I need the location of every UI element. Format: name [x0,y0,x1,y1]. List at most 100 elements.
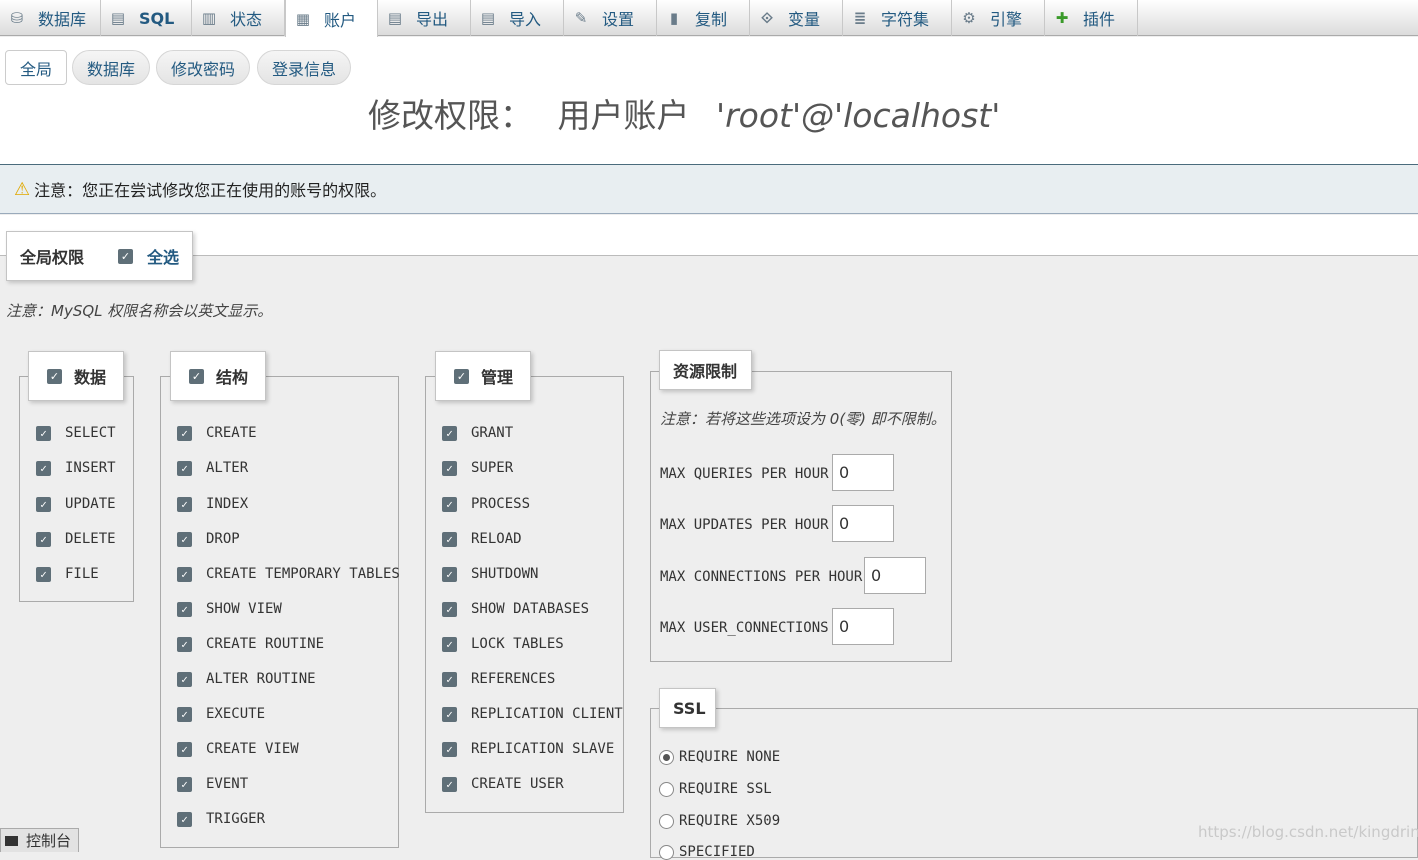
priv-create[interactable]: ✓ CREATE [177,425,257,441]
priv-replication-client[interactable]: ✓ REPLICATION CLIENT [442,706,623,722]
priv-drop[interactable]: ✓ DROP [177,531,240,547]
checkbox[interactable]: ✓ [177,425,192,441]
ssl-specified[interactable]: SPECIFIED [659,844,755,860]
select-all-label[interactable]: 全选 [147,244,179,268]
tab-variables[interactable]: ⟐ 变量 [750,0,843,36]
admin-legend[interactable]: ✓ 管理 [435,351,531,401]
priv-show-view[interactable]: ✓ SHOW VIEW [177,601,282,617]
priv-select[interactable]: ✓ SELECT [36,425,116,441]
tab-export[interactable]: ▤ 导出 [378,0,471,36]
ssl-require-none[interactable]: REQUIRE NONE [659,749,780,765]
subtab-change-password[interactable]: 修改密码 [156,50,251,85]
checkbox[interactable]: ✓ [36,566,51,582]
checkbox[interactable]: ✓ [442,776,457,792]
checkbox[interactable]: ✓ [177,636,192,652]
data-legend[interactable]: ✓ 数据 [28,351,124,401]
checkbox[interactable]: ✓ [177,776,192,792]
radio-button[interactable] [659,813,674,829]
checkbox[interactable]: ✓ [442,496,457,512]
max-queries-label: MAX QUERIES PER HOUR [660,466,829,482]
page-title: 修改权限： 用户账户 'root'@'localhost' [368,96,1001,135]
header-area: 全局 数据库 修改密码 登录信息 修改权限： 用户账户 'root'@'loca… [0,37,1418,164]
resource-note: 注意：若将这些选项设为 0(零) 即不限制。 [660,410,946,428]
subtab-login-info[interactable]: 登录信息 [257,50,352,85]
max-queries-input[interactable]: 0 [832,454,894,491]
checkbox[interactable]: ✓ [442,706,457,722]
max-updates-input[interactable]: 0 [832,505,894,542]
checkbox[interactable]: ✓ [36,496,51,512]
priv-index[interactable]: ✓ INDEX [177,496,248,512]
select-all-checkbox[interactable]: ✓ [118,248,134,264]
priv-shutdown[interactable]: ✓ SHUTDOWN [442,566,538,582]
priv-process[interactable]: ✓ PROCESS [442,496,530,512]
checkbox[interactable]: ✓ [177,741,192,757]
max-connections-input[interactable]: 0 [864,557,926,594]
priv-replication-slave[interactable]: ✓ REPLICATION SLAVE [442,741,614,757]
priv-create-routine[interactable]: ✓ CREATE ROUTINE [177,636,324,652]
checkbox[interactable]: ✓ [442,566,457,582]
checkbox[interactable]: ✓ [36,531,51,547]
tab-charsets[interactable]: ≣ 字符集 [843,0,952,36]
max-user-connections-input[interactable]: 0 [832,608,894,645]
priv-delete[interactable]: ✓ DELETE [36,531,116,547]
priv-file[interactable]: ✓ FILE [36,566,99,582]
priv-alter-routine[interactable]: ✓ ALTER ROUTINE [177,671,316,687]
priv-reload[interactable]: ✓ RELOAD [442,531,522,547]
checkbox[interactable]: ✓ [177,601,192,617]
priv-grant[interactable]: ✓ GRANT [442,425,513,441]
subtab-database[interactable]: 数据库 [72,50,151,85]
console-toggle[interactable]: 控制台 [0,828,79,852]
tab-status[interactable]: ▥ 状态 [192,0,285,36]
checkbox[interactable]: ✓ [442,741,457,757]
radio-button[interactable] [659,749,674,765]
checkbox[interactable]: ✓ [177,566,192,582]
priv-lock-tables[interactable]: ✓ LOCK TABLES [442,636,564,652]
priv-trigger[interactable]: ✓ TRIGGER [177,811,265,827]
checkbox[interactable]: ✓ [177,460,192,476]
checkbox[interactable]: ✓ [442,460,457,476]
structure-legend[interactable]: ✓ 结构 [170,351,266,401]
priv-create-temporary-tables[interactable]: ✓ CREATE TEMPORARY TABLES [177,566,400,582]
structure-group-checkbox[interactable]: ✓ [189,368,204,384]
tab-sql[interactable]: ▤ SQL [101,0,192,36]
ssl-require-x509[interactable]: REQUIRE X509 [659,813,780,829]
priv-insert[interactable]: ✓ INSERT [36,460,116,476]
tab-databases[interactable]: ⛁ 数据库 [0,0,101,36]
export-icon: ▤ [387,9,403,27]
checkbox[interactable]: ✓ [177,496,192,512]
priv-create-user[interactable]: ✓ CREATE USER [442,776,564,792]
admin-group-checkbox[interactable]: ✓ [454,368,469,384]
priv-alter[interactable]: ✓ ALTER [177,460,248,476]
checkbox[interactable]: ✓ [177,671,192,687]
priv-references[interactable]: ✓ REFERENCES [442,671,555,687]
checkbox[interactable]: ✓ [36,425,51,441]
tab-replication[interactable]: ▮ 复制 [657,0,750,36]
subtab-global[interactable]: 全局 [5,50,68,85]
checkbox[interactable]: ✓ [177,531,192,547]
checkbox[interactable]: ✓ [442,601,457,617]
checkbox[interactable]: ✓ [177,811,192,827]
tab-plugins[interactable]: ✚ 插件 [1045,0,1138,36]
checkbox[interactable]: ✓ [177,706,192,722]
checkbox[interactable]: ✓ [442,425,457,441]
radio-button[interactable] [659,781,674,797]
checkbox[interactable]: ✓ [442,636,457,652]
tab-import[interactable]: ▤ 导入 [471,0,564,36]
checkbox[interactable]: ✓ [36,460,51,476]
tab-engines[interactable]: ⚙ 引擎 [952,0,1045,36]
tab-accounts[interactable]: ▦ 账户 [285,0,378,37]
radio-button[interactable] [659,844,674,860]
checkbox[interactable]: ✓ [442,671,457,687]
priv-update[interactable]: ✓ UPDATE [36,496,116,512]
checkbox[interactable]: ✓ [442,531,457,547]
replication-icon: ▮ [669,9,679,27]
priv-execute[interactable]: ✓ EXECUTE [177,706,265,722]
priv-create-view[interactable]: ✓ CREATE VIEW [177,741,299,757]
priv-event[interactable]: ✓ EVENT [177,776,248,792]
tab-settings[interactable]: ✎ 设置 [564,0,657,36]
data-group-checkbox[interactable]: ✓ [47,368,62,384]
ssl-require-ssl[interactable]: REQUIRE SSL [659,781,772,797]
priv-super[interactable]: ✓ SUPER [442,460,513,476]
separator [0,215,1418,256]
priv-show-databases[interactable]: ✓ SHOW DATABASES [442,601,589,617]
